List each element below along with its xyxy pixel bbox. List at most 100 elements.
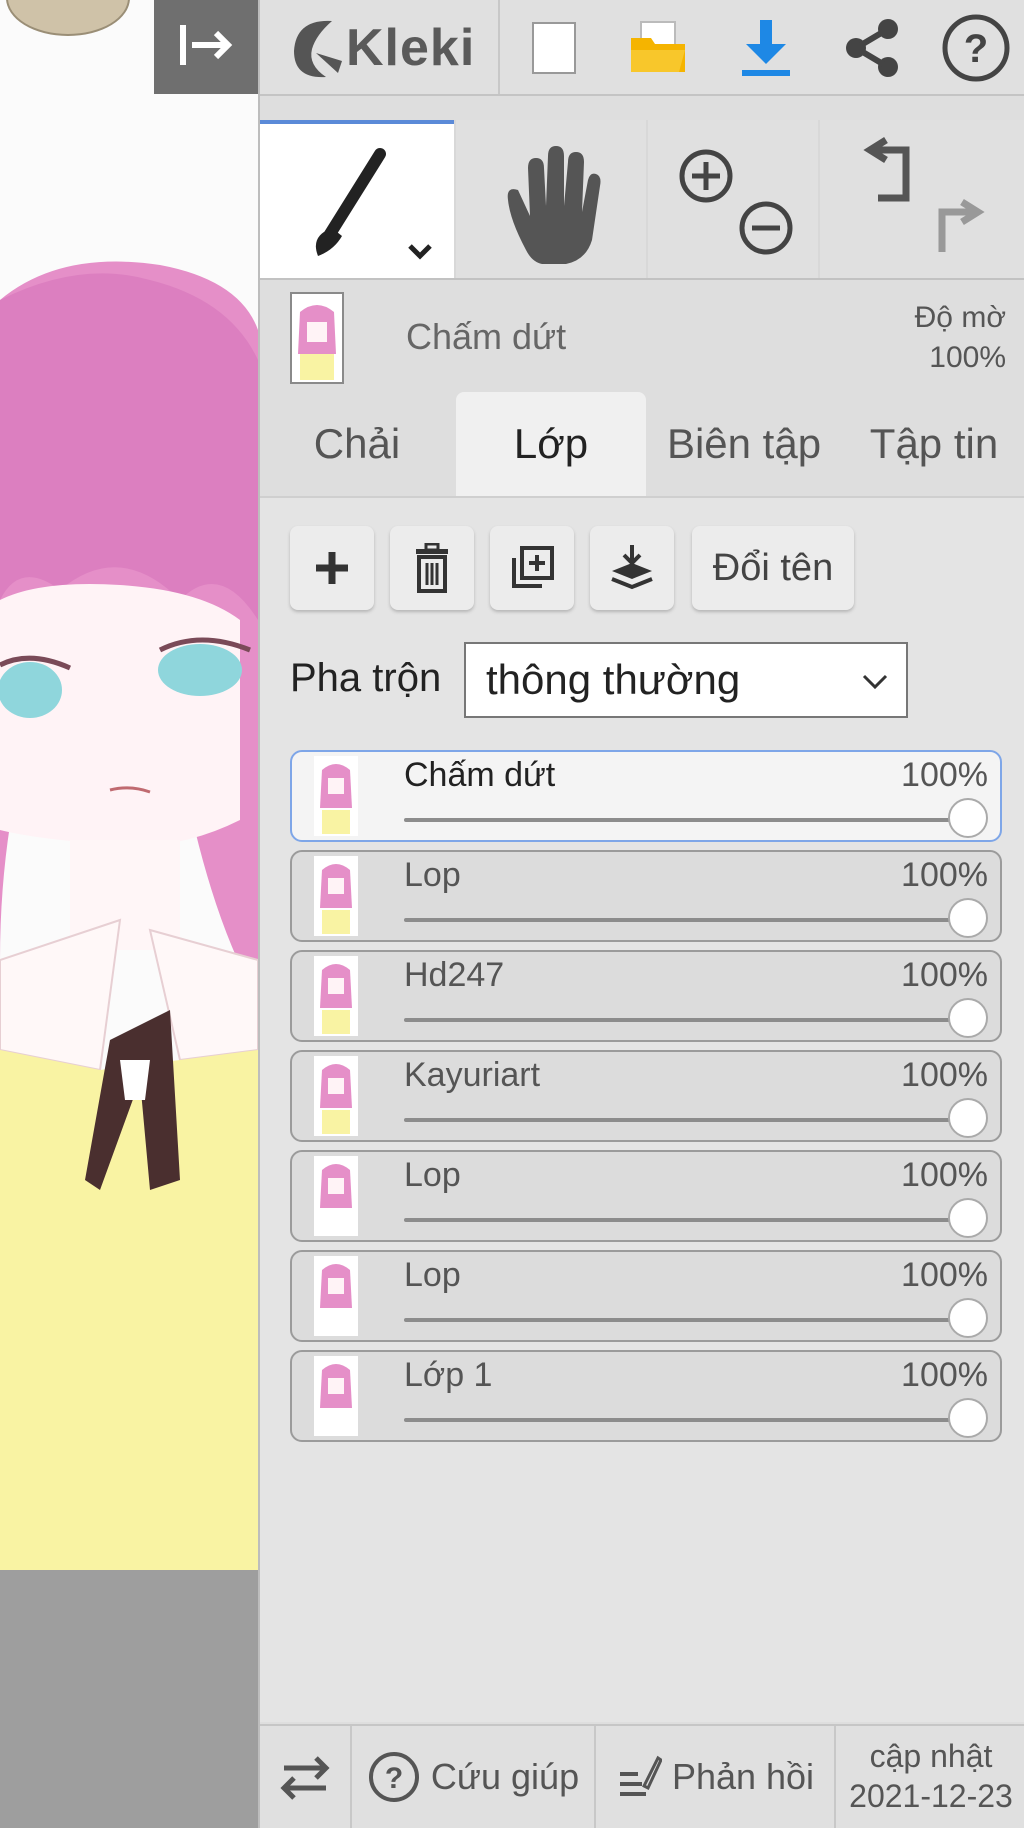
layer-thumbnail	[314, 1056, 358, 1136]
top-divider	[498, 0, 500, 94]
layer-row[interactable]: Lop 100%	[290, 1150, 1002, 1242]
share-button[interactable]	[832, 8, 912, 88]
layer-opacity-value: 100%	[901, 1356, 988, 1394]
swap-icon	[280, 1756, 330, 1800]
opacity-label: Độ mờ	[914, 301, 1006, 334]
opacity-value: 100%	[929, 341, 1006, 374]
history-tools	[820, 120, 1024, 278]
layer-opacity-slider-track[interactable]	[404, 1418, 970, 1422]
layer-opacity-slider-track[interactable]	[404, 1318, 970, 1322]
chevron-down-icon	[408, 244, 432, 260]
top-toolbar: Kleki ?	[260, 0, 1024, 96]
rename-layer-button[interactable]: Đổi tên	[692, 526, 854, 610]
feedback-label: Phản hồi	[671, 1756, 815, 1797]
layer-row[interactable]: Lop 100%	[290, 850, 1002, 942]
layer-opacity-value: 100%	[901, 856, 988, 894]
layer-opacity-slider-handle[interactable]	[948, 1198, 988, 1238]
hand-tool-button[interactable]	[456, 120, 646, 278]
kleki-logo-icon	[294, 20, 342, 78]
layer-name: Hd247	[404, 956, 505, 994]
undo-icon[interactable]	[863, 137, 910, 202]
brush-icon	[315, 148, 432, 260]
swap-side-button[interactable]	[260, 1726, 352, 1828]
merge-down-icon	[611, 545, 653, 590]
help-icon: ?	[942, 14, 1010, 82]
layer-thumbnail	[314, 1256, 358, 1336]
merge-down-button[interactable]	[590, 526, 674, 610]
collapse-icon	[176, 23, 236, 72]
layer-row[interactable]: Kayuriart 100%	[290, 1050, 1002, 1142]
layer-opacity-slider-handle[interactable]	[948, 798, 988, 838]
hand-icon	[507, 146, 601, 264]
layer-name: Kayuriart	[404, 1056, 541, 1094]
tab-layers[interactable]: Lớp	[456, 392, 646, 496]
zoom-out-icon[interactable]	[739, 201, 793, 255]
layers-tab-content: Đổi tên Pha trộn thông thường Chấm dứt 10…	[260, 496, 1024, 1722]
layer-name: Lop	[404, 1256, 461, 1294]
feedback-pen-icon	[619, 1755, 662, 1796]
delete-layer-button[interactable]	[390, 526, 474, 610]
trash-icon	[416, 543, 448, 593]
current-layer-info: Chấm dứt Độ mờ 100%	[260, 280, 1024, 392]
side-panel: Kleki ? Chấm dứt Độ mờ 100% Chải Lớp Biê…	[258, 0, 1024, 1828]
redo-icon[interactable]	[938, 199, 985, 252]
feedback-button[interactable]: Phản hồi	[596, 1726, 836, 1828]
help-button[interactable]: ?	[936, 8, 1016, 88]
zoom-in-icon[interactable]	[679, 149, 733, 203]
layer-thumbnail	[314, 1156, 358, 1236]
layer-opacity-value: 100%	[901, 1156, 988, 1194]
layer-preview-thumbnail[interactable]	[290, 292, 344, 384]
layer-name: Lop	[404, 856, 461, 894]
layer-thumbnail	[314, 756, 358, 836]
drawing-canvas-area[interactable]	[0, 0, 258, 1828]
help-label: Cứu giúp	[430, 1756, 580, 1797]
layer-opacity-slider-handle[interactable]	[948, 1098, 988, 1138]
add-layer-button[interactable]	[290, 526, 374, 610]
bottom-bar: ? Cứu giúp Phản hồi cập nhật 2021-12-23	[260, 1724, 1024, 1828]
blend-mode-label: Pha trộn	[290, 656, 442, 700]
chevron-down-icon	[862, 674, 888, 690]
tab-edit[interactable]: Biên tập	[646, 392, 842, 496]
layer-thumbnail	[314, 856, 358, 936]
layer-opacity-slider-track[interactable]	[404, 1018, 970, 1022]
layer-row[interactable]: Hd247 100%	[290, 950, 1002, 1042]
kleki-logo: Kleki	[286, 8, 475, 88]
artwork-illustration	[0, 0, 258, 1570]
collapse-panel-button[interactable]	[154, 0, 258, 94]
update-info[interactable]: cập nhật 2021-12-23	[836, 1726, 1024, 1828]
layer-opacity-slider-track[interactable]	[404, 918, 970, 922]
layer-thumbnail	[314, 1356, 358, 1436]
layer-thumbnail	[314, 956, 358, 1036]
layer-opacity-slider-track[interactable]	[404, 1118, 970, 1122]
layer-opacity-slider-handle[interactable]	[948, 998, 988, 1038]
artwork-canvas[interactable]	[0, 0, 258, 1570]
zoom-tools	[648, 120, 818, 278]
layer-opacity-value: 100%	[901, 756, 988, 794]
brush-tool-button[interactable]	[260, 120, 454, 278]
download-button[interactable]	[726, 8, 806, 88]
layer-opacity-value: 100%	[901, 956, 988, 994]
layer-row[interactable]: Lop 100%	[290, 1250, 1002, 1342]
help-link-button[interactable]: ? Cứu giúp	[352, 1726, 596, 1828]
layer-opacity-slider-handle[interactable]	[948, 1398, 988, 1438]
layer-row[interactable]: Lớp 1 100%	[290, 1350, 1002, 1442]
layer-opacity-slider-handle[interactable]	[948, 898, 988, 938]
open-folder-button[interactable]	[618, 8, 698, 88]
app-name: Kleki	[346, 19, 476, 77]
svg-text:?: ?	[964, 27, 988, 71]
tab-brush[interactable]: Chải	[260, 392, 454, 496]
tab-file[interactable]: Tập tin	[842, 392, 1024, 496]
layer-name: Lop	[404, 1156, 461, 1194]
layer-opacity-slider-track[interactable]	[404, 818, 970, 822]
layer-opacity-value: 100%	[901, 1256, 988, 1294]
layer-opacity-slider-track[interactable]	[404, 1218, 970, 1222]
layer-opacity-slider-handle[interactable]	[948, 1298, 988, 1338]
share-icon	[846, 19, 898, 77]
tool-row	[260, 120, 1024, 280]
new-file-button[interactable]	[514, 8, 594, 88]
duplicate-layer-button[interactable]	[490, 526, 574, 610]
blend-mode-value: thông thường	[486, 656, 741, 703]
blend-mode-select[interactable]: thông thường	[464, 642, 908, 718]
update-label: cập nhật	[869, 1738, 993, 1774]
layer-row[interactable]: Chấm dứt 100%	[290, 750, 1002, 842]
